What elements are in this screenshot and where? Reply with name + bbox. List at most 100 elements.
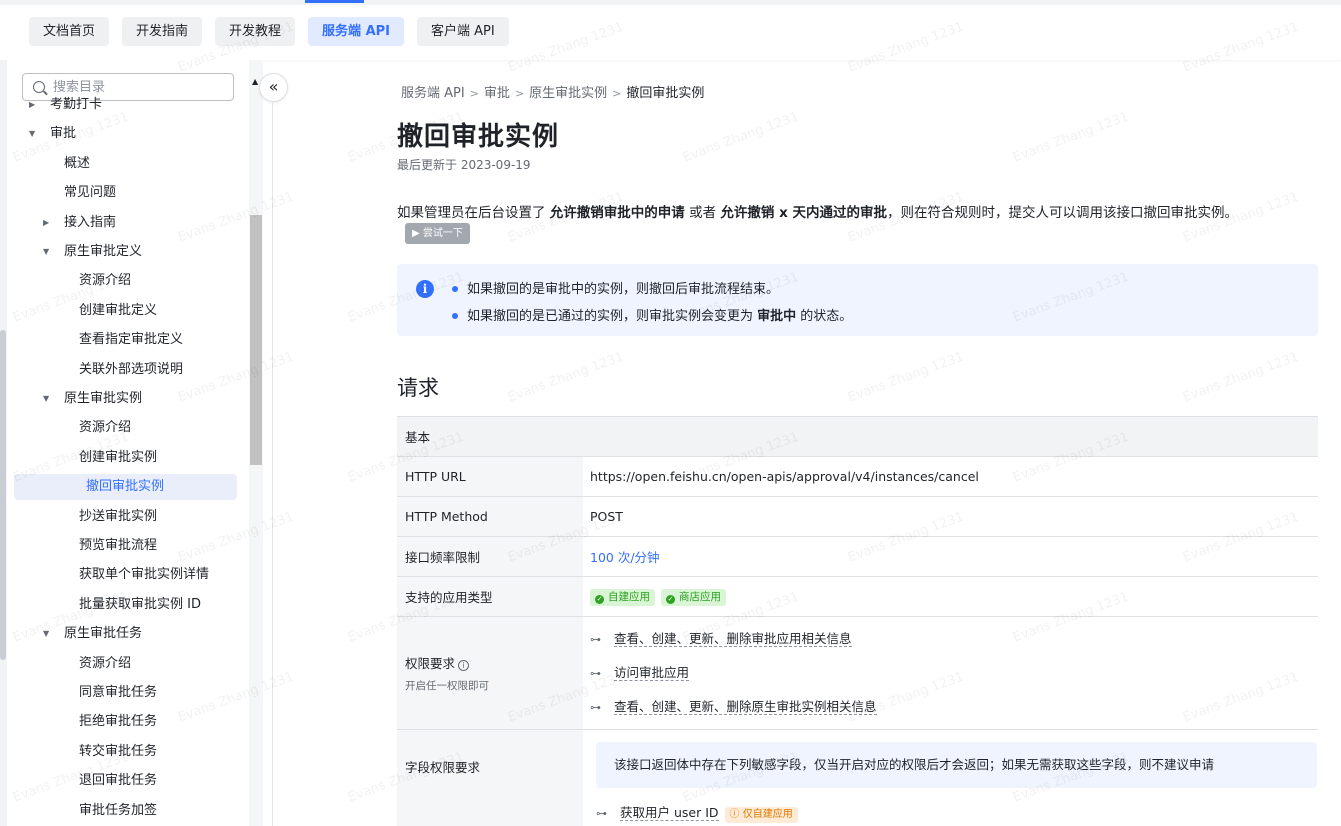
rate-cell: 100 次/分钟 [583, 536, 1318, 577]
sidebar-item[interactable]: 概述 [7, 151, 247, 177]
sidebar-item-label: 资源介绍 [79, 420, 132, 436]
sidebar-scrollbar-thumb[interactable] [250, 215, 262, 465]
sidebar-item[interactable]: 查看指定审批定义 [7, 327, 247, 353]
tab-server-api[interactable]: 服务端 API [308, 17, 404, 46]
key-icon: ⊶ [590, 701, 601, 714]
permission-hint: 开启任一权限即可 [405, 680, 489, 692]
app-type-badge: ✓ 自建应用 [590, 588, 655, 606]
row-label: 字段权限要求 [397, 729, 583, 826]
sidebar-item[interactable]: ▶ 考勤打卡 [7, 92, 247, 118]
caret-down-icon[interactable]: ▼ [29, 121, 39, 147]
permission-link[interactable]: 查看、创建、更新、删除审批应用相关信息 [614, 631, 852, 647]
double-chevron-left-icon: « [268, 77, 279, 96]
sidebar-item[interactable]: ▼ 原生审批定义 [7, 239, 247, 265]
sidebar-item[interactable]: 关联外部选项说明 [7, 357, 247, 383]
row-label: 支持的应用类型 [397, 576, 583, 617]
tab-client-api[interactable]: 客户端 API [417, 17, 509, 46]
sidebar-item[interactable]: 撤回审批实例 [14, 474, 237, 501]
row-label-permissions: 权限要求 i 开启任一权限即可 [397, 616, 583, 730]
note-text: 如果撤回的是审批中的实例，则撤回后审批流程结束。 [467, 282, 780, 297]
sidebar-item[interactable]: 同意审批任务 [7, 680, 247, 706]
sidebar-item[interactable]: 转交审批任务 [7, 739, 247, 765]
sidebar-item[interactable]: ▼ 审批 [7, 121, 247, 147]
sidebar-item-label: 审批 [50, 126, 77, 142]
sidebar-item[interactable]: 审批任务加签 [7, 798, 247, 824]
sidebar-item[interactable]: 创建审批实例 [7, 445, 247, 471]
sidebar-item-label: 考勤打卡 [50, 97, 103, 112]
sidebar-item[interactable]: 资源介绍 [7, 651, 247, 677]
page-description: 如果管理员在后台设置了 允许撤销审批中的申请 或者 允许撤销 x 天内通过的审批… [397, 203, 1318, 223]
note-text: 的状态。 [796, 309, 853, 324]
sidebar-item[interactable]: 拒绝审批任务 [7, 709, 247, 735]
check-circle-icon: ✓ [595, 594, 604, 604]
info-circle-icon[interactable]: i [458, 660, 470, 671]
note-strong: 审批中 [757, 309, 797, 324]
sidebar-item-label: 创建审批实例 [79, 449, 158, 465]
sidebar-item[interactable]: ▼ 原生审批任务 [7, 621, 247, 647]
caret-down-icon[interactable]: ▼ [43, 239, 53, 265]
caret-right-icon[interactable]: ▶ [43, 210, 53, 236]
tab-docs-home[interactable]: 文档首页 [29, 17, 110, 46]
caret-down-icon[interactable]: ▼ [43, 386, 53, 412]
breadcrumb-approval[interactable]: 审批 [484, 82, 510, 101]
permission-item: ⊶ 查看、创建、更新、删除审批应用相关信息 [590, 622, 1318, 656]
breadcrumb-server-api[interactable]: 服务端 API [401, 82, 465, 101]
sidebar-item[interactable]: 资源介绍 [7, 268, 247, 294]
self-built-only-badge: ⓘ 仅自建应用 [724, 807, 798, 823]
note-list: 如果撤回的是审批中的实例，则撤回后审批流程结束。 如果撤回的是已通过的实例，则审… [451, 276, 853, 330]
table-row: HTTP Method POST [397, 496, 1318, 537]
note-item: 如果撤回的是审批中的实例，则撤回后审批流程结束。 [451, 276, 852, 303]
sidebar-item-label: 原生审批任务 [64, 626, 143, 642]
key-icon: ⊶ [590, 633, 601, 646]
sidebar-item-label: 关联外部选项说明 [79, 361, 184, 377]
row-label: HTTP URL [397, 456, 583, 497]
permission-link[interactable]: 查看、创建、更新、删除原生审批实例相关信息 [614, 699, 877, 715]
sidebar-item-label: 拒绝审批任务 [79, 714, 158, 730]
http-url-value: https://open.feishu.cn/open-apis/approva… [583, 456, 1318, 497]
caret-right-icon[interactable]: ▶ [29, 92, 39, 118]
caret-down-icon[interactable]: ▼ [43, 621, 53, 647]
request-table: 基本 HTTP URL https://open.feishu.cn/open-… [397, 416, 1318, 826]
rate-limit-link[interactable]: 100 次/分钟 [590, 550, 660, 565]
page-scrollbar-thumb[interactable] [0, 330, 6, 660]
scroll-up-arrow-icon[interactable]: ▲ [252, 77, 258, 86]
field-permission-cell: 该接口返回体中存在下列敏感字段，仅当开启对应的权限后才会返回；如果无需获取这些字… [583, 729, 1318, 826]
tab-dev-tutorial[interactable]: 开发教程 [215, 17, 296, 46]
sidebar-item-label: 转交审批任务 [79, 743, 158, 759]
sidebar-item-label: 批量获取审批实例 ID [79, 596, 201, 612]
sidebar-item[interactable]: ▼ 原生审批实例 [7, 386, 247, 412]
app-window: 文档首页 开发指南 开发教程 服务端 API 客户端 API ▶ 考勤打卡 ▼ 审批概… [0, 0, 1341, 826]
sidebar-item-label: 查看指定审批定义 [79, 332, 184, 348]
sidebar-item-label: 预览审批流程 [79, 538, 158, 553]
check-circle-icon: ✓ [666, 594, 675, 604]
sidebar-item-label: 常见问题 [64, 185, 117, 201]
sidebar-item-label: 原生审批定义 [64, 244, 143, 259]
sidebar-item[interactable]: 预览审批流程 [7, 533, 247, 559]
permissions-cell: ⊶ 查看、创建、更新、删除审批应用相关信息 ⊶ 访问审批应用 ⊶ 查看、创建、更新、删… [583, 616, 1318, 730]
try-it-button[interactable]: ▶ 尝试一下 [405, 223, 470, 244]
collapse-sidebar-button[interactable]: « [259, 73, 288, 102]
sidebar-item[interactable]: 抄送审批实例 [7, 504, 247, 530]
sidebar-scrollbar[interactable]: ▲ [249, 60, 263, 826]
sidebar-item[interactable]: 创建审批定义 [7, 298, 247, 324]
sidebar-item[interactable]: 退回审批任务 [7, 768, 247, 794]
table-row: 接口频率限制 100 次/分钟 [397, 536, 1318, 577]
badge-label: 自建应用 [608, 590, 650, 603]
page-scrollbar[interactable] [0, 60, 7, 826]
tab-dev-guide[interactable]: 开发指南 [122, 17, 203, 46]
badge-label: 商店应用 [679, 590, 721, 603]
row-label: HTTP Method [397, 496, 583, 537]
permission-link[interactable]: 获取用户 user ID [620, 805, 719, 821]
sidebar-item[interactable]: 获取单个审批实例详情 [7, 562, 247, 588]
sidebar-item-label: 同意审批任务 [79, 685, 158, 700]
desc-strong: 允许撤销 x 天内通过的审批 [720, 205, 887, 221]
permission-link[interactable]: 访问审批应用 [614, 665, 690, 681]
sidebar-item[interactable]: 批量获取审批实例 ID [7, 592, 247, 618]
sidebar-item[interactable]: 常见问题 [7, 180, 247, 206]
breadcrumb-native-instance[interactable]: 原生审批实例 [529, 82, 607, 101]
permission-item: ⊶ 查看、创建、更新、删除原生审批实例相关信息 [590, 690, 1318, 724]
sidebar-item[interactable]: ▶ 接入指南 [7, 210, 247, 236]
sidebar-divider [272, 102, 273, 826]
sidebar-item[interactable]: 资源介绍 [7, 415, 247, 441]
sidebar-item-label: 接入指南 [64, 214, 117, 230]
